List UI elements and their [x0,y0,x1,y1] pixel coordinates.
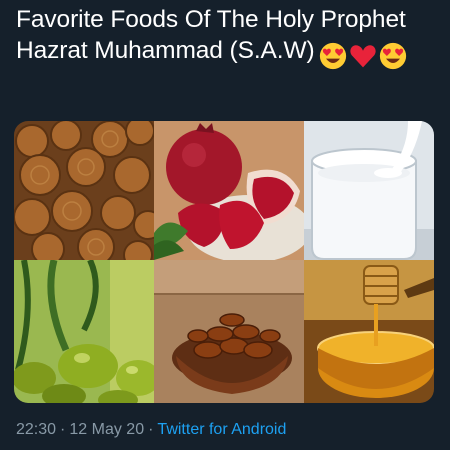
tweet-meta: 22:30 · 12 May 20 · Twitter for Android [16,421,286,439]
olives-image [14,260,154,403]
tweet-source-link[interactable]: Twitter for Android [157,421,286,438]
tweet-time: 22:30 [16,421,57,438]
tweet-photo-collage[interactable] [14,121,434,403]
heart-eyes-icon [379,42,406,69]
dried-figs-image [14,121,154,260]
tweet-card: Favorite Foods Of The Holy Prophet Hazra… [0,0,450,450]
honey-image [304,260,434,403]
dates-image [154,260,304,403]
heart-eyes-icon [319,42,346,69]
tweet-text: Favorite Foods Of The Holy Prophet Hazra… [16,4,436,70]
emoji-row [319,39,409,70]
milk-image [304,121,434,260]
tweet-date: 12 May 20 [69,421,145,438]
pomegranate-image [154,121,304,260]
meta-separator-2: · [148,421,154,438]
meta-separator: · [60,421,66,438]
red-heart-icon [349,44,376,67]
